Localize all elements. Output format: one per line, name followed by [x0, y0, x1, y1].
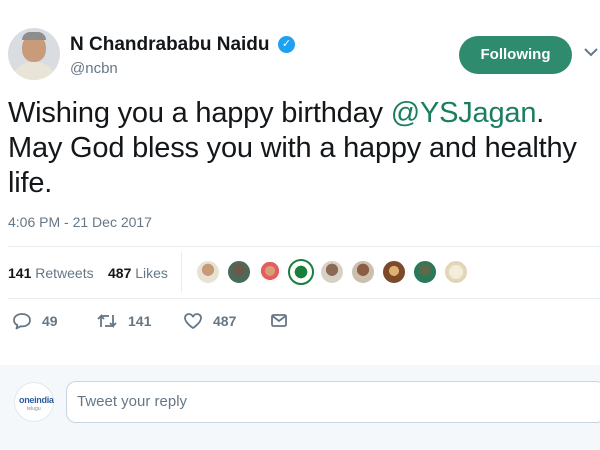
liker-avatar[interactable]: [226, 259, 252, 285]
mention-link[interactable]: @YSJagan: [391, 97, 537, 129]
retweets-count: 141: [8, 265, 32, 281]
direct-message-action[interactable]: [270, 312, 288, 328]
divider-bottom: [8, 298, 600, 299]
reply-count: 49: [42, 313, 58, 329]
reply-action[interactable]: 49: [12, 312, 58, 330]
like-action[interactable]: 487: [183, 312, 236, 330]
tweet-actions: 49 141 487: [8, 308, 600, 338]
avatar-hair: [22, 32, 46, 40]
tweet-text-start: Wishing you a happy birthday: [8, 97, 391, 129]
likes-stat[interactable]: 487 Likes: [108, 265, 168, 281]
retweet-count: 141: [128, 313, 152, 329]
reply-icon: [13, 313, 31, 330]
likes-label: Likes: [135, 265, 168, 281]
retweet-icon: [97, 313, 117, 329]
likes-count: 487: [108, 265, 132, 281]
liker-avatar[interactable]: [443, 259, 469, 285]
avatar-shirt: [12, 62, 56, 80]
chevron-down-icon[interactable]: [584, 44, 598, 57]
tweet-text: Wishing you a happy birthday @YSJagan. M…: [8, 96, 598, 201]
heart-icon: [184, 313, 202, 329]
reply-avatar: oneindia telugu: [14, 382, 54, 422]
tweet-stats: 141 Retweets 487 Likes: [8, 247, 600, 297]
liker-avatar[interactable]: [257, 259, 283, 285]
tweet-timestamp[interactable]: 4:06 PM - 21 Dec 2017: [8, 214, 152, 230]
retweets-stat[interactable]: 141 Retweets: [8, 265, 94, 281]
tweet-header: N Chandrababu Naidu ✓ @ncbn Following: [0, 0, 600, 90]
verified-badge-icon: ✓: [278, 36, 295, 53]
reply-input[interactable]: Tweet your reply: [66, 381, 600, 423]
reply-area: oneindia telugu Tweet your reply: [0, 365, 600, 450]
stats-separator: [181, 252, 182, 292]
liker-avatar[interactable]: [288, 259, 314, 285]
display-name[interactable]: N Chandrababu Naidu: [70, 34, 270, 56]
retweet-action[interactable]: 141: [96, 312, 151, 330]
liker-avatar[interactable]: [195, 259, 221, 285]
reply-avatar-logo: oneindia: [19, 395, 54, 405]
following-button[interactable]: Following: [459, 36, 572, 74]
liker-avatar[interactable]: [381, 259, 407, 285]
liker-avatar[interactable]: [412, 259, 438, 285]
reply-avatar-subtext: telugu: [27, 406, 41, 412]
liker-avatar[interactable]: [319, 259, 345, 285]
like-count: 487: [213, 313, 237, 329]
envelope-icon: [271, 314, 287, 327]
liker-avatar[interactable]: [350, 259, 376, 285]
avatar[interactable]: [8, 28, 60, 80]
retweets-label: Retweets: [35, 265, 94, 281]
user-handle[interactable]: @ncbn: [70, 60, 118, 77]
